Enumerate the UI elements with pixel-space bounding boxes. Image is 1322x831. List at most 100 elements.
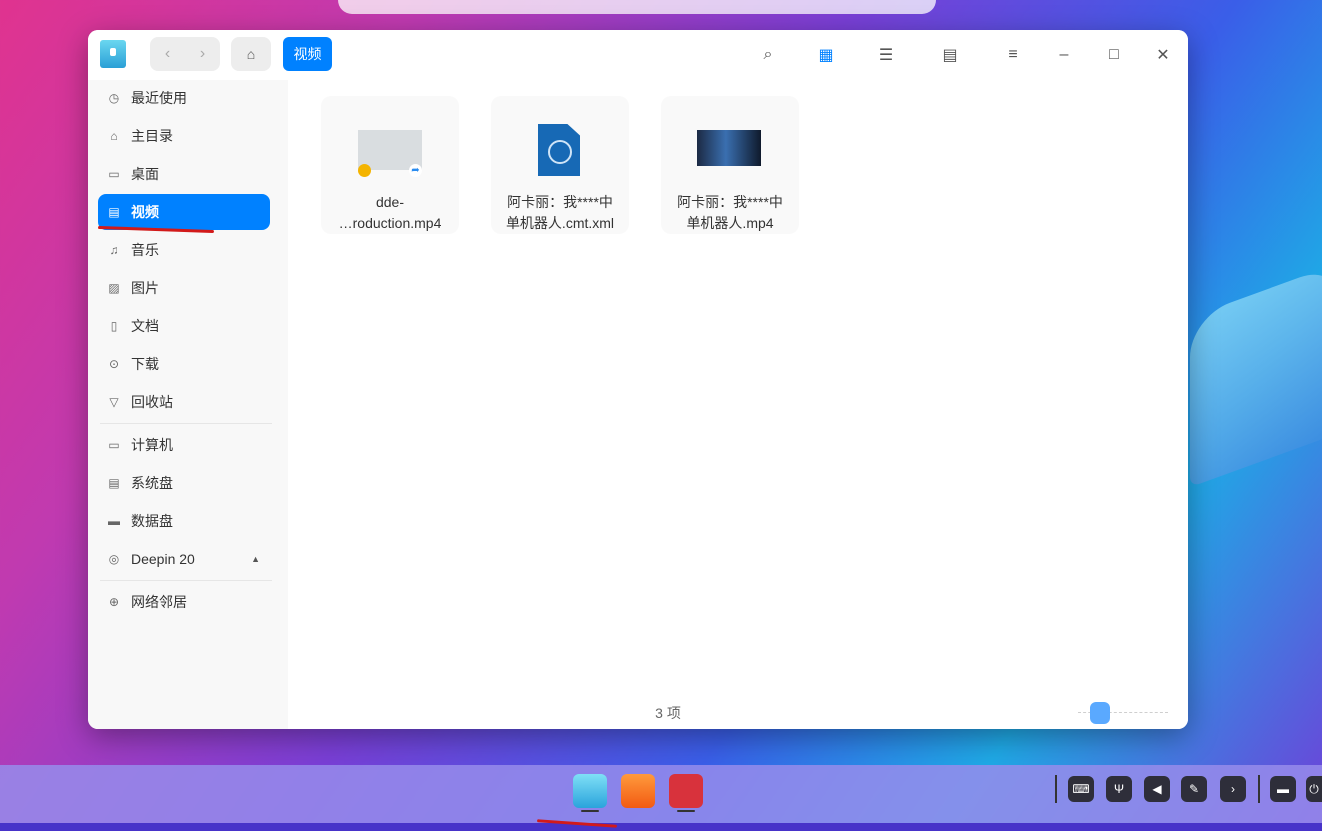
sidebar-item-label: 视频 [131,204,159,220]
home-button[interactable]: ⌂ [231,37,271,71]
notification-banner [338,0,936,14]
forward-button[interactable]: › [185,37,220,71]
computer-icon: ▭ [108,438,120,452]
music-icon: ♫ [109,243,119,257]
file-item[interactable]: 阿卡丽：我****中 单机器人.cmt.xml [491,96,629,234]
sidebar-item-system-disk[interactable]: ▤ 系统盘 [98,465,270,501]
sidebar-item-recent[interactable]: ◷ 最近使用 [98,80,270,116]
close-button[interactable]: ✕ [1151,43,1175,67]
desktop-icon: ▭ [108,167,120,181]
file-manager-dock-icon[interactable] [573,774,607,808]
sidebar-item-home[interactable]: ⌂ 主目录 [98,118,270,154]
search-icon: ⌕ [763,46,773,63]
onscreen-keyboard-button[interactable]: ▬ [1270,776,1296,802]
sidebar-item-computer[interactable]: ▭ 计算机 [98,427,270,463]
app-store-dock-icon[interactable] [621,774,655,808]
wallpaper-decoration [1190,262,1322,488]
sidebar-item-label: 下载 [131,356,159,372]
sidebar-divider [100,580,272,581]
expand-tray-button[interactable]: › [1220,776,1246,802]
sidebar-item-trash[interactable]: ▽ 回收站 [98,384,270,420]
keyboard-icon: ⌨ [1072,782,1090,796]
sidebar-item-desktop[interactable]: ▭ 桌面 [98,156,270,192]
icon-view-button[interactable]: ▦ [814,43,838,67]
sidebar-item-deepin-disc[interactable]: ◎ Deepin 20 ▲ [98,541,270,577]
volume-icon: ◀ [1152,782,1162,796]
download-icon: ⊙ [108,357,120,371]
sidebar-item-label: 回收站 [131,394,173,410]
usb-tray-button[interactable]: Ψ [1106,776,1132,802]
sidebar-item-label: 数据盘 [131,513,173,529]
usb-icon: Ψ [1113,782,1125,796]
sidebar-item-label: 系统盘 [131,475,173,491]
sidebar-item-music[interactable]: ♫ 音乐 [98,232,270,268]
sidebar-item-label: 主目录 [131,128,173,144]
navigation-group: ‹ › [150,37,220,71]
share-icon: ➦ [409,164,422,177]
file-name: 阿卡丽：我****中 单机器人.mp4 [677,194,783,231]
file-item[interactable]: 阿卡丽：我****中 单机器人.mp4 [661,96,799,234]
disk-icon: ▤ [108,476,120,490]
volume-tray-button[interactable]: ◀ [1144,776,1170,802]
list-view-icon: ☰ [878,47,894,64]
home-icon: ⌂ [110,129,118,143]
terminal-dock-icon[interactable] [669,774,703,808]
main-menu-button[interactable]: ≡ [1001,43,1025,67]
clock-icon: ◷ [108,91,120,105]
home-icon: ⌂ [246,46,256,62]
power-icon: ⏻ [1309,781,1319,796]
list-view-button[interactable]: ☰ [874,43,898,67]
sidebar-item-label: 文档 [131,318,159,334]
chevron-right-icon: › [1231,782,1235,796]
sidebar-item-documents[interactable]: ▯ 文档 [98,308,270,344]
power-button[interactable]: ⏻ [1306,776,1322,802]
file-view: ➦ dde- …roduction.mp4 阿卡丽：我****中 单机器人.cm… [288,80,1188,729]
file-item[interactable]: ➦ dde- …roduction.mp4 [321,96,459,234]
keyboard-tray-button[interactable]: ⌨ [1068,776,1094,802]
menu-icon: ≡ [1008,46,1018,63]
maximize-icon: □ [1109,46,1119,63]
minimize-icon: – [1059,46,1069,63]
sidebar: ◷ 最近使用 ⌂ 主目录 ▭ 桌面 ▤ 视频 ♫ 音乐 ▨ 图片 ▯ 文档 ⊙ [88,80,289,729]
file-name: dde- …roduction.mp4 [338,194,442,231]
trash-icon: ▽ [109,395,119,409]
video-thumbnail [697,130,761,166]
eject-icon[interactable]: ▲ [251,554,260,564]
tray-separator [1258,775,1260,803]
file-name: 阿卡丽：我****中 单机器人.cmt.xml [505,194,615,231]
optical-disc-icon: ◎ [108,552,120,566]
sidebar-item-label: 计算机 [131,437,173,453]
search-button[interactable]: ⌕ [756,43,780,67]
document-icon: ▯ [110,319,118,333]
sidebar-item-label: 网络邻居 [131,594,187,610]
sidebar-item-network[interactable]: ⊕ 网络邻居 [98,584,270,620]
detail-view-icon: ▤ [942,47,958,64]
picture-icon: ▨ [108,281,120,295]
sidebar-item-pictures[interactable]: ▨ 图片 [98,270,270,306]
disk-icon: ▬ [108,514,120,528]
close-icon: ✕ [1156,47,1170,64]
lock-icon [358,164,371,177]
titlebar: ‹ › ⌂ 视频 ⌕ ▦ ☰ ▤ ≡ – □ ✕ [88,30,1188,81]
chevron-left-icon: ‹ [164,45,171,62]
sidebar-item-label: 最近使用 [131,90,187,106]
back-button[interactable]: ‹ [150,37,185,71]
sidebar-item-label: 图片 [131,280,159,296]
sidebar-item-label: Deepin 20 [131,551,195,567]
minimize-button[interactable]: – [1052,43,1076,67]
pen-tray-button[interactable]: ✎ [1181,776,1207,802]
keyboard-icon: ▬ [1277,782,1289,796]
running-indicator [677,810,695,812]
sidebar-item-downloads[interactable]: ⊙ 下载 [98,346,270,382]
sidebar-item-data-disk[interactable]: ▬ 数据盘 [98,503,270,539]
sidebar-divider [100,423,272,424]
breadcrumb-current[interactable]: 视频 [283,37,332,71]
zoom-slider-handle[interactable] [1090,702,1110,724]
sidebar-item-label: 桌面 [131,166,159,182]
maximize-button[interactable]: □ [1102,43,1126,67]
xml-file-icon [538,124,580,176]
pen-icon: ✎ [1188,782,1200,796]
sidebar-item-videos[interactable]: ▤ 视频 [98,194,270,230]
detail-view-button[interactable]: ▤ [938,43,962,67]
running-indicator [581,810,599,812]
